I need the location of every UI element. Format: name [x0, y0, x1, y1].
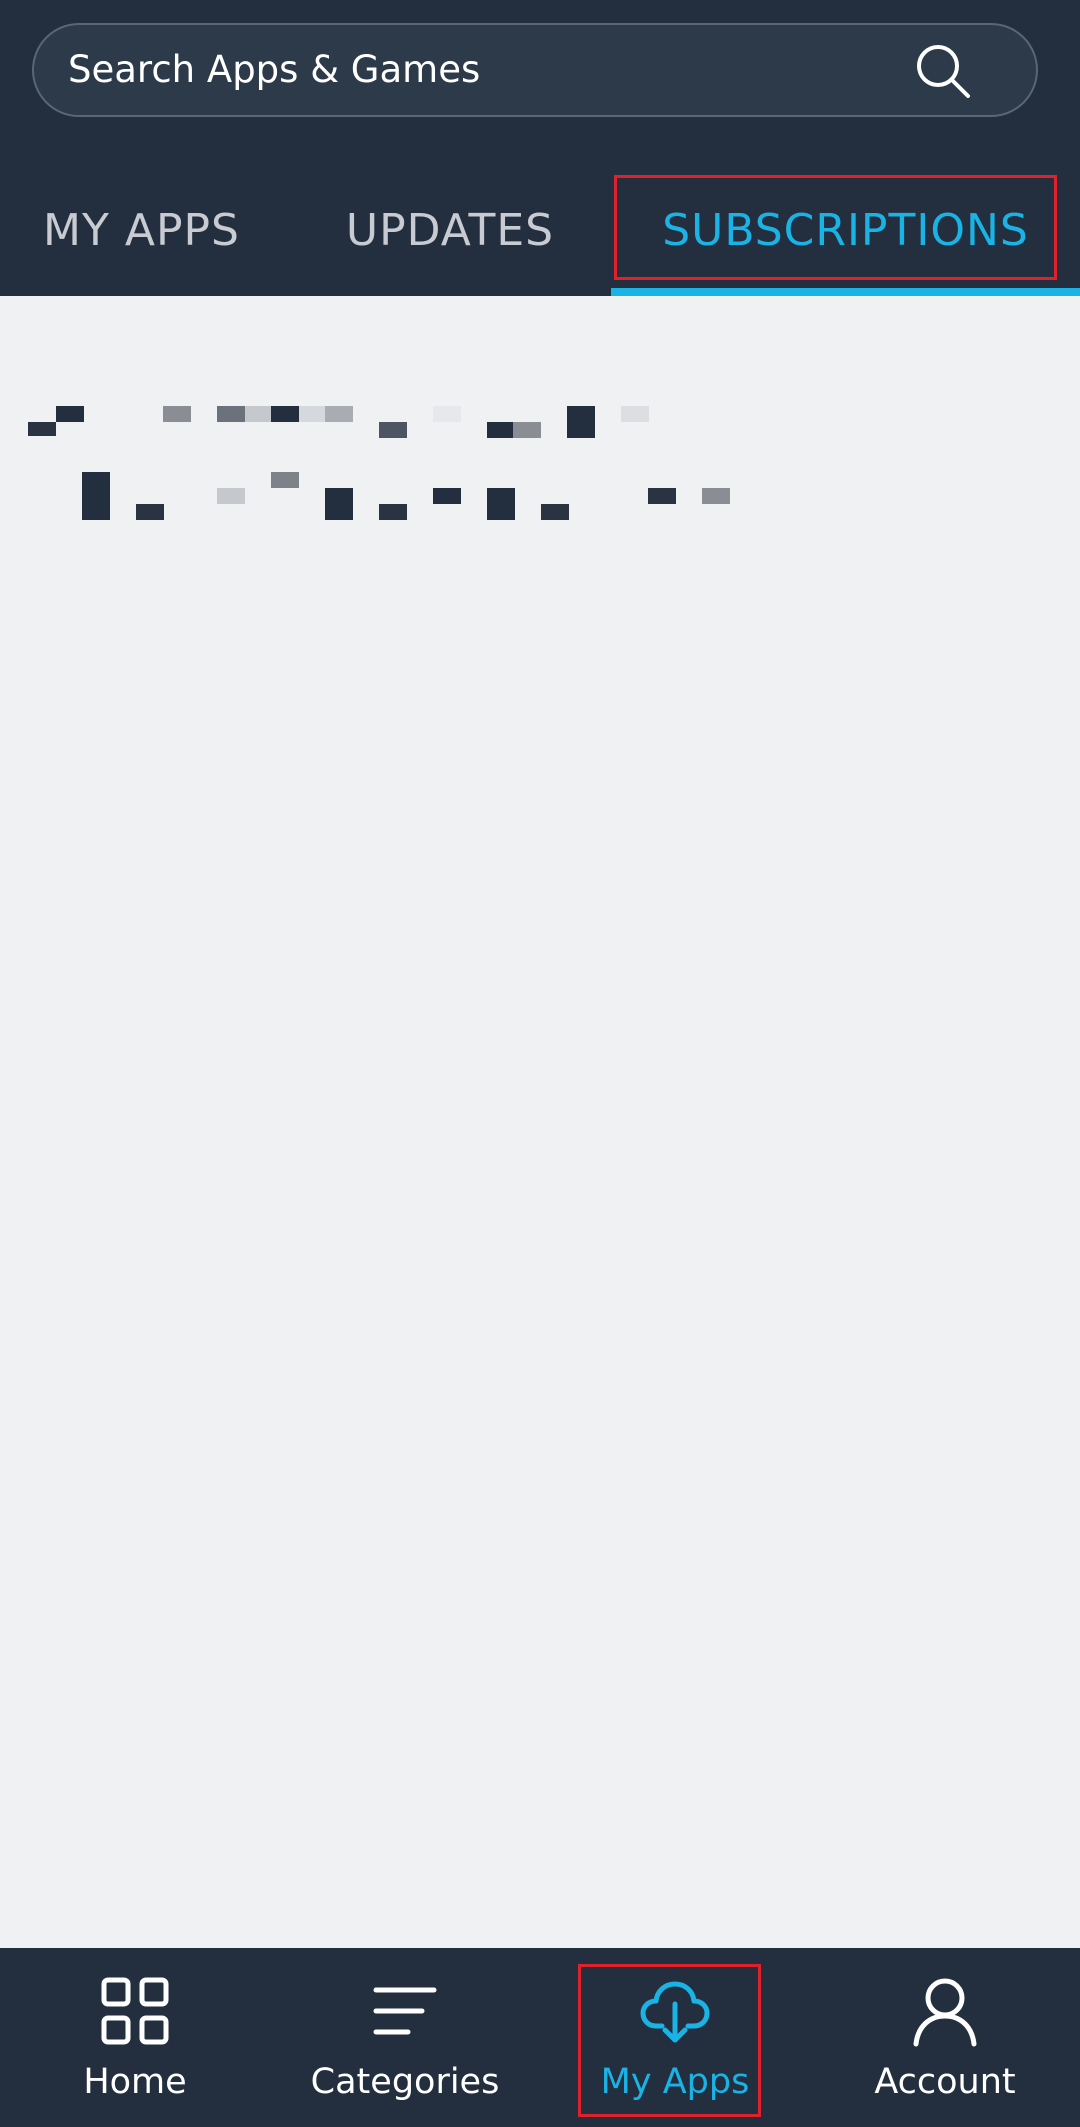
- person-icon: [913, 1978, 977, 2047]
- search-input[interactable]: Search Apps & Games: [68, 25, 480, 115]
- tab-updates[interactable]: UPDATES: [306, 176, 594, 286]
- nav-label-categories: Categories: [310, 2062, 500, 2102]
- tab-my-apps[interactable]: MY APPS: [0, 176, 283, 286]
- search-bar[interactable]: Search Apps & Games: [32, 23, 1038, 117]
- cloud-download-icon: [640, 1981, 710, 2043]
- active-tab-indicator: [611, 288, 1080, 296]
- nav-label-account: Account: [874, 2062, 1016, 2102]
- redacted-message: [0, 388, 760, 528]
- list-icon: [373, 1987, 437, 2035]
- nav-item-home[interactable]: Home: [0, 1948, 270, 2127]
- search-icon[interactable]: [914, 42, 972, 100]
- bottom-nav: Home Categories My Apps Account: [0, 1948, 1080, 2127]
- nav-item-categories[interactable]: Categories: [270, 1948, 540, 2127]
- tab-subscriptions[interactable]: SUBSCRIPTIONS: [611, 176, 1080, 286]
- app-header: Search Apps & Games MY APPS UPDATES SUBS…: [0, 0, 1080, 296]
- nav-label-home: Home: [83, 2062, 187, 2102]
- nav-item-account[interactable]: Account: [810, 1948, 1080, 2127]
- nav-item-my-apps[interactable]: My Apps: [540, 1948, 810, 2127]
- nav-label-my-apps: My Apps: [600, 2062, 750, 2102]
- grid-icon: [101, 1977, 169, 2045]
